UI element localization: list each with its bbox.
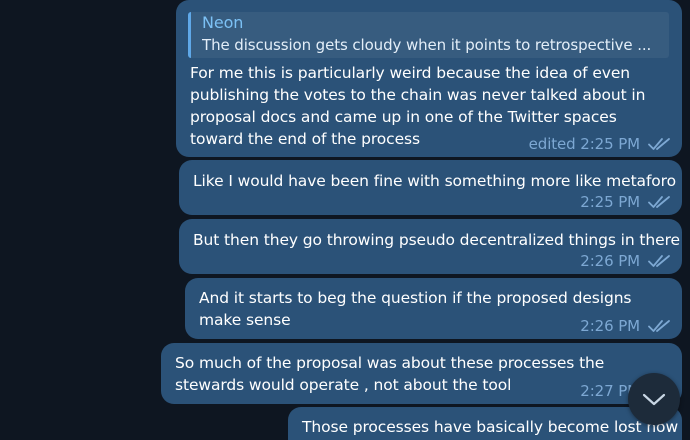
double-check-icon: [648, 320, 670, 332]
reply-preview[interactable]: Neon The discussion gets cloudy when it …: [188, 12, 669, 58]
message-bubble[interactable]: But then they go throwing pseudo decentr…: [179, 219, 682, 274]
message-bubble[interactable]: So much of the proposal was about these …: [161, 343, 682, 404]
double-check-icon: [648, 255, 670, 267]
double-check-icon: [648, 138, 670, 150]
double-check-icon: [648, 196, 670, 208]
scroll-down-button[interactable]: [628, 373, 680, 425]
message-text: Like I would have been fine with somethi…: [193, 172, 676, 190]
message-meta: 2:26 PM: [580, 251, 672, 271]
message-time: 2:26 PM: [580, 317, 640, 335]
message-time: 2:25 PM: [580, 193, 640, 211]
chat-view[interactable]: Neon The discussion gets cloudy when it …: [0, 0, 690, 440]
message-time: 2:26 PM: [580, 252, 640, 270]
reply-author: Neon: [202, 13, 244, 32]
message-bubble[interactable]: Like I would have been fine with somethi…: [179, 160, 682, 215]
reply-text: The discussion gets cloudy when it point…: [202, 36, 652, 54]
message-text: But then they go throwing pseudo decentr…: [193, 231, 680, 249]
chevron-down-icon: [642, 393, 666, 406]
message-text: Those processes have basically become lo…: [302, 418, 679, 436]
message-bubble[interactable]: Those processes have basically become lo…: [288, 407, 682, 440]
message-meta: 2:26 PM: [580, 316, 672, 336]
message-meta: 2:25 PM: [580, 192, 672, 212]
message-time: edited 2:25 PM: [528, 135, 640, 153]
message-meta: edited 2:25 PM: [529, 134, 672, 154]
message-bubble[interactable]: And it starts to beg the question if the…: [185, 278, 682, 339]
message-bubble[interactable]: Neon The discussion gets cloudy when it …: [176, 0, 682, 157]
